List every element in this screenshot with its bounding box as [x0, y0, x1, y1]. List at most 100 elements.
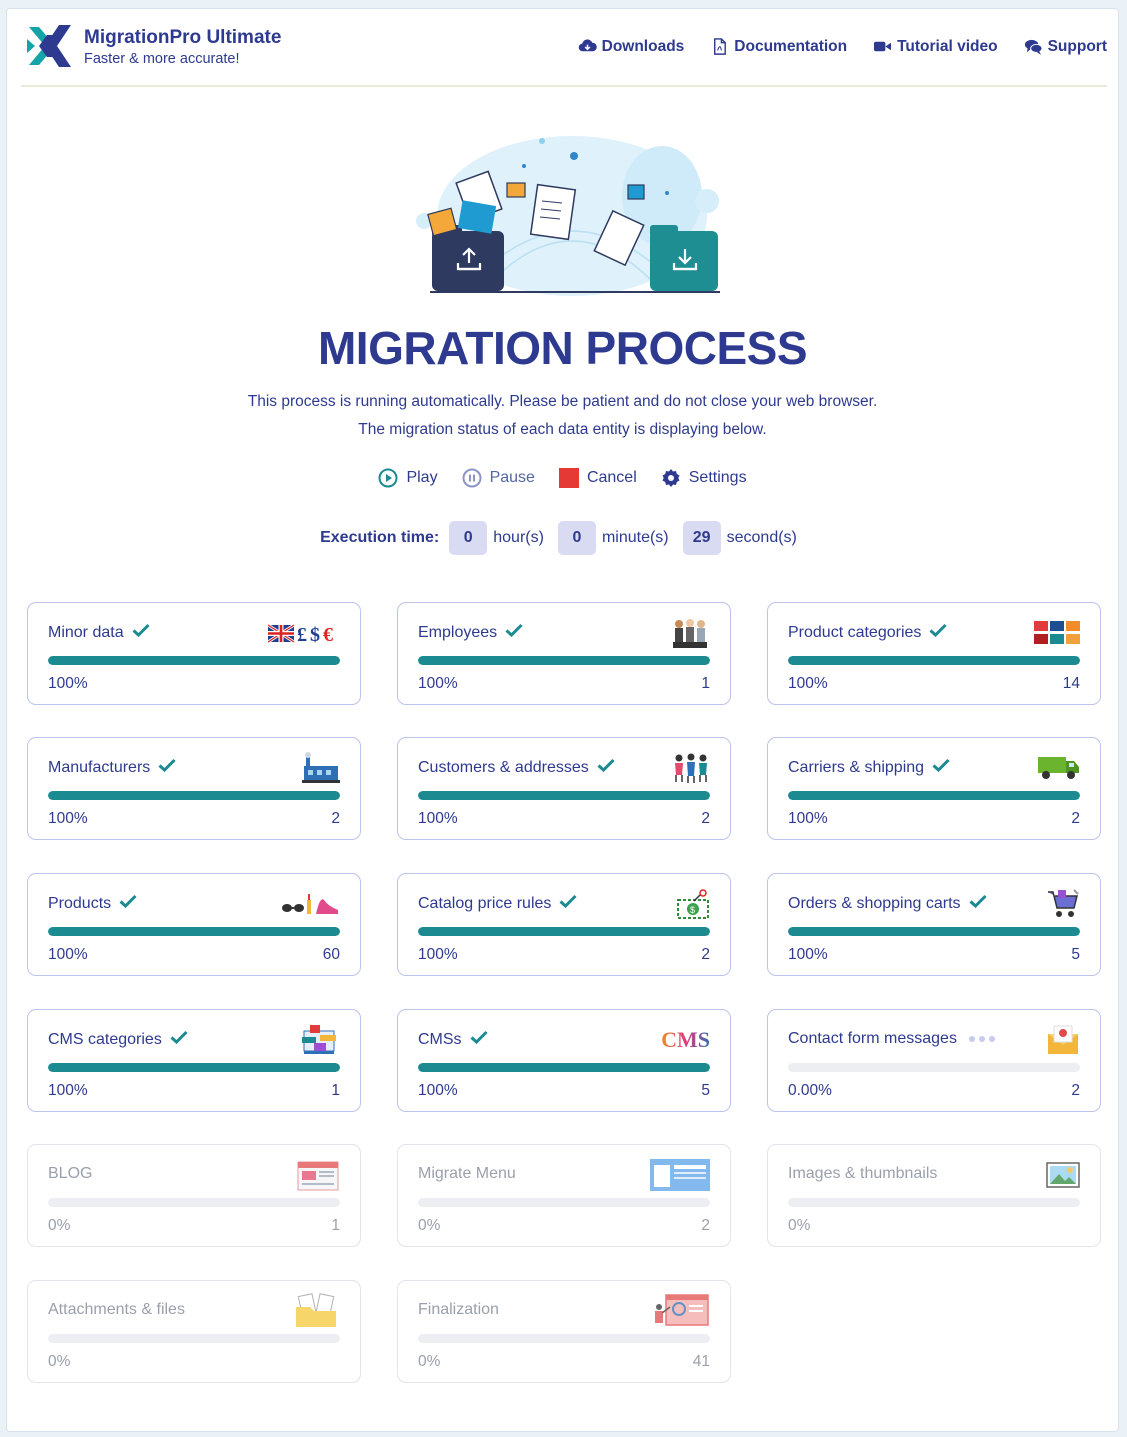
play-label: Play — [406, 469, 438, 486]
svg-text:$: $ — [690, 905, 695, 915]
currency-flag-icon: £ $ € — [268, 617, 340, 649]
hours-unit: hour(s) — [493, 529, 544, 546]
entity-name: Attachments & files — [48, 1301, 185, 1319]
entity-count: 2 — [701, 810, 710, 827]
nav-documentation-label: Documentation — [734, 37, 848, 55]
entity-name: Carriers & shipping — [788, 758, 950, 777]
entity-name: Finalization — [418, 1301, 499, 1319]
entity-card: BLOG 0% 1 — [27, 1144, 361, 1247]
entity-name: Contact form messages — [788, 1030, 995, 1048]
progress-bar-fill — [48, 1063, 340, 1072]
progress-bar — [788, 791, 1080, 800]
delivery-truck-icon — [1008, 752, 1080, 784]
nav-support-link[interactable]: Support — [1024, 37, 1107, 56]
cloud-download-icon — [578, 39, 597, 52]
entity-card: Attachments & files 0% — [27, 1280, 361, 1383]
progress-bar — [418, 791, 710, 800]
progress-percent: 100% — [418, 675, 458, 692]
progress-bar-fill — [48, 791, 340, 800]
execution-time-label: Execution time: — [320, 529, 440, 546]
employees-icon — [638, 617, 710, 649]
nav-tutorial-video-label: Tutorial video — [897, 37, 998, 55]
checkmark-icon — [929, 623, 947, 642]
checkmark-icon — [969, 894, 987, 913]
entity-card: Customers & addresses 100% 2 — [397, 737, 731, 840]
entity-card: Images & thumbnails 0% — [767, 1144, 1101, 1247]
entity-count: 2 — [1071, 1082, 1080, 1099]
entity-name: Images & thumbnails — [788, 1165, 937, 1183]
entity-card: Catalog price rules $100% 2 — [397, 873, 731, 976]
nav-downloads-label: Downloads — [601, 37, 685, 55]
execution-time: Execution time: 0 hour(s) 0 minute(s) 29… — [7, 521, 1118, 555]
entity-card: Product categories 100% 14 — [767, 602, 1101, 705]
cancel-button[interactable]: Cancel — [558, 468, 637, 488]
entity-name-label: Minor data — [48, 623, 124, 641]
pause-label: Pause — [489, 469, 535, 486]
entity-name: Migrate Menu — [418, 1165, 516, 1183]
app-window: MigrationPro Ultimate Faster & more accu… — [6, 8, 1119, 1432]
entity-name: Catalog price rules — [418, 894, 577, 913]
progress-bar — [48, 1063, 340, 1072]
progress-bar — [48, 1198, 340, 1207]
settings-label: Settings — [688, 469, 747, 486]
entity-name-label: Manufacturers — [48, 758, 151, 776]
progress-percent: 0% — [418, 1217, 441, 1234]
shopping-cart-icon — [1008, 888, 1080, 920]
progress-percent: 0.00% — [788, 1082, 832, 1099]
entity-count: 5 — [1071, 946, 1080, 963]
progress-bar-fill — [788, 791, 1080, 800]
entity-name: Manufacturers — [48, 758, 176, 777]
chat-bubbles-icon — [1024, 39, 1043, 56]
brand-title: MigrationPro Ultimate — [84, 27, 282, 48]
pdf-document-icon — [714, 38, 727, 55]
entity-name-label: Products — [48, 894, 112, 912]
progress-percent: 100% — [418, 1082, 458, 1099]
checkmark-icon — [505, 623, 523, 642]
entity-count: 2 — [1071, 810, 1080, 827]
image-icon — [1008, 1159, 1080, 1191]
header-nav: Downloads Documentation Tutorial video S… — [552, 37, 1107, 56]
checkmark-icon — [559, 894, 577, 913]
entity-card: Migrate Menu 0% 2 — [397, 1144, 731, 1247]
play-button[interactable]: Play — [378, 468, 438, 488]
progress-percent: 0% — [48, 1353, 71, 1370]
entity-name-label: CMS categories — [48, 1030, 162, 1048]
entity-card: Carriers & shipping 100% 2 — [767, 737, 1101, 840]
entity-count: 1 — [331, 1082, 340, 1099]
progress-percent: 100% — [48, 946, 88, 963]
progress-bar — [788, 1198, 1080, 1207]
progress-bar — [418, 1063, 710, 1072]
entity-name: BLOG — [48, 1165, 92, 1183]
envelope-icon — [1008, 1024, 1080, 1056]
progress-percent: 100% — [788, 946, 828, 963]
nav-tutorial-video-link[interactable]: Tutorial video — [873, 37, 998, 56]
factory-icon — [268, 752, 340, 784]
minutes-value: 0 — [557, 521, 596, 555]
category-grid-icon — [1008, 617, 1080, 649]
price-tag-icon: $ — [638, 888, 710, 920]
entity-count: 5 — [701, 1082, 710, 1099]
menu-layout-icon — [638, 1159, 710, 1191]
entity-name-label: Contact form messages — [788, 1030, 957, 1047]
play-icon — [378, 468, 398, 488]
minutes-unit: minute(s) — [601, 529, 669, 546]
progress-percent: 0% — [418, 1353, 441, 1370]
pause-icon — [462, 468, 482, 488]
nav-documentation-link[interactable]: Documentation — [710, 37, 847, 56]
entity-card: Finalization 0% 41 — [397, 1280, 731, 1383]
progress-bar-fill — [418, 1063, 710, 1072]
folder-files-icon — [268, 1293, 340, 1327]
progress-bar-fill — [418, 656, 710, 665]
nav-downloads-link[interactable]: Downloads — [578, 37, 685, 56]
settings-button[interactable]: Settings — [661, 468, 747, 488]
entity-count: 2 — [701, 1217, 710, 1234]
entity-name: Minor data — [48, 623, 150, 642]
entity-count: 1 — [331, 1217, 340, 1234]
progress-bar-fill — [418, 927, 710, 936]
progress-percent: 100% — [788, 675, 828, 692]
pause-button[interactable]: Pause — [462, 468, 535, 488]
entity-card: Minor data £ $ €100% — [27, 602, 361, 705]
entity-name-label: Orders & shopping carts — [788, 894, 961, 912]
entity-count: 60 — [322, 946, 340, 963]
progress-percent: 0% — [48, 1217, 71, 1234]
